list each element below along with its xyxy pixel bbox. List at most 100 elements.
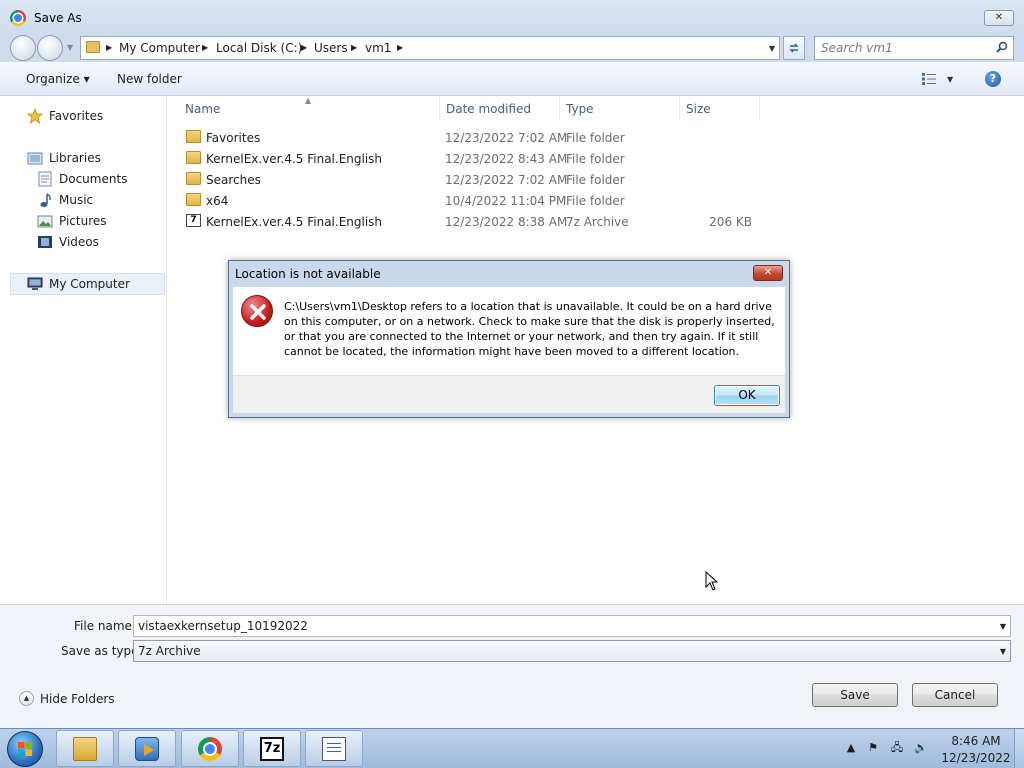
save-options-panel: File name: ▼ Save as type: 7z Archive ▼ … <box>0 604 1024 728</box>
file-row[interactable]: Favorites 12/23/2022 7:02 AM File folder <box>182 127 782 148</box>
7-zip-icon: 7z <box>260 737 284 761</box>
file-type: File folder <box>566 131 625 145</box>
file-row[interactable]: x64 10/4/2022 11:04 PM File folder <box>182 190 782 211</box>
nav-label: Libraries <box>49 151 101 165</box>
google-chrome-icon <box>198 737 222 761</box>
nav-label: My Computer <box>49 277 130 291</box>
column-header-type[interactable]: Type <box>566 102 594 116</box>
ok-button[interactable]: OK <box>714 385 780 406</box>
chevron-up-icon: ▲ <box>19 691 34 706</box>
taskbar-google-chrome[interactable] <box>181 730 239 767</box>
nav-item-music[interactable]: Music <box>37 190 157 210</box>
file-name-combobox[interactable]: ▼ <box>133 615 1011 637</box>
network-icon[interactable]: 🖧 <box>890 741 904 755</box>
search-box[interactable] <box>814 36 1014 60</box>
file-row[interactable]: Searches 12/23/2022 7:02 AM File folder <box>182 169 782 190</box>
volume-icon[interactable]: 🔊 <box>914 741 928 755</box>
mouse-cursor-icon <box>705 571 719 591</box>
forward-button[interactable] <box>37 35 63 61</box>
show-desktop-button[interactable] <box>1014 729 1024 768</box>
folder-search-icon <box>186 172 201 185</box>
file-date: 12/23/2022 8:38 AM <box>445 215 568 229</box>
window-close-button[interactable]: ✕ <box>984 10 1014 26</box>
new-folder-button[interactable]: New folder <box>117 72 182 86</box>
file-date: 12/23/2022 7:02 AM <box>445 131 568 145</box>
action-center-icon[interactable]: ⚑ <box>866 741 880 755</box>
chevron-right-icon[interactable]: ▶ <box>397 43 403 52</box>
taskbar-notepad[interactable] <box>305 730 363 767</box>
nav-label: Favorites <box>49 109 104 123</box>
hide-folders-toggle[interactable]: ▲ Hide Folders <box>19 690 119 708</box>
chevron-right-icon[interactable]: ▶ <box>106 43 112 52</box>
clock-time[interactable]: 8:46 AM <box>948 734 1004 748</box>
breadcrumb-local-disk[interactable]: Local Disk (C:) <box>216 41 302 55</box>
windows-logo-icon <box>18 742 32 756</box>
windows-media-player-icon <box>135 737 159 761</box>
file-name-input[interactable] <box>138 616 988 636</box>
folder-star-icon <box>186 130 201 143</box>
file-row[interactable]: 7 KernelEx.ver.4.5 Final.English 12/23/2… <box>182 211 782 232</box>
back-button[interactable] <box>10 35 36 61</box>
chevron-down-icon[interactable]: ▼ <box>1000 647 1006 656</box>
cancel-button[interactable]: Cancel <box>912 683 998 707</box>
file-row[interactable]: KernelEx.ver.4.5 Final.English 12/23/202… <box>182 148 782 169</box>
save-button[interactable]: Save <box>812 683 898 707</box>
column-header-name[interactable]: Name <box>185 102 220 116</box>
nav-item-favorites[interactable]: Favorites <box>27 106 157 126</box>
nav-item-pictures[interactable]: Pictures <box>37 211 157 231</box>
nav-label: Music <box>59 193 94 207</box>
address-bar[interactable]: ▶ My Computer ▶ Local Disk (C:) ▶ Users … <box>80 36 780 60</box>
show-hidden-icons-icon[interactable]: ▲ <box>844 741 858 755</box>
breadcrumb-users[interactable]: Users <box>314 41 348 55</box>
hide-folders-label: Hide Folders <box>40 692 115 706</box>
column-divider[interactable] <box>759 96 760 120</box>
save-as-type-select[interactable]: 7z Archive ▼ <box>133 640 1011 662</box>
chevron-right-icon[interactable]: ▶ <box>202 43 208 52</box>
search-input[interactable] <box>821 37 991 59</box>
taskbar-windows-explorer[interactable] <box>56 730 114 767</box>
column-header-date-modified[interactable]: Date modified <box>446 102 531 116</box>
file-name: Searches <box>206 173 261 187</box>
clock-date[interactable]: 12/23/2022 <box>940 751 1012 765</box>
music-icon <box>40 193 51 207</box>
file-name: KernelEx.ver.4.5 Final.English <box>206 215 383 229</box>
dialog-close-button[interactable]: ✕ <box>753 265 783 281</box>
archive-7z-icon: 7 <box>186 214 201 227</box>
recent-pages-dropdown-icon[interactable]: ▼ <box>67 43 73 52</box>
taskbar-windows-media-player[interactable] <box>118 730 176 767</box>
breadcrumb-vm1[interactable]: vm1 <box>365 41 391 55</box>
column-divider[interactable] <box>559 96 560 120</box>
refresh-button[interactable] <box>783 36 805 60</box>
views-icon[interactable] <box>922 73 936 85</box>
address-row: ▼ ▶ My Computer ▶ Local Disk (C:) ▶ User… <box>0 34 1024 62</box>
views-dropdown-icon[interactable]: ▼ <box>947 75 953 84</box>
dialog-message: C:\Users\vm1\Desktop refers to a locatio… <box>284 300 775 358</box>
file-date: 12/23/2022 7:02 AM <box>445 173 568 187</box>
file-date: 12/23/2022 8:43 AM <box>445 152 568 166</box>
help-icon[interactable]: ? <box>985 71 1001 87</box>
nav-item-my-computer[interactable]: My Computer <box>10 273 165 295</box>
chevron-right-icon[interactable]: ▶ <box>301 43 307 52</box>
star-icon <box>27 108 43 124</box>
save-as-window: Save As ✕ ▼ ▶ My Computer ▶ Local Disk (… <box>0 0 1024 728</box>
chrome-icon <box>10 10 26 26</box>
nav-item-videos[interactable]: Videos <box>37 232 157 252</box>
nav-item-documents[interactable]: Documents <box>37 169 157 189</box>
breadcrumb-my-computer[interactable]: My Computer <box>119 41 200 55</box>
videos-icon <box>38 236 52 248</box>
organize-menu[interactable]: Organize ▾ <box>26 72 90 86</box>
title-bar[interactable]: Save As ✕ <box>0 0 1024 34</box>
taskbar-7-zip[interactable]: 7z <box>243 730 301 767</box>
column-divider[interactable] <box>439 96 440 120</box>
sort-ascending-icon: ▲ <box>305 96 312 105</box>
file-name: Favorites <box>206 131 261 145</box>
nav-item-libraries[interactable]: Libraries <box>27 148 157 168</box>
chevron-down-icon[interactable]: ▼ <box>1000 622 1006 631</box>
column-divider[interactable] <box>679 96 680 120</box>
start-button[interactable] <box>7 731 43 767</box>
column-header-size[interactable]: Size <box>686 102 711 116</box>
folder-icon <box>86 41 100 53</box>
search-icon[interactable] <box>996 41 1008 53</box>
chevron-right-icon[interactable]: ▶ <box>351 43 357 52</box>
address-dropdown-icon[interactable]: ▼ <box>769 44 775 53</box>
